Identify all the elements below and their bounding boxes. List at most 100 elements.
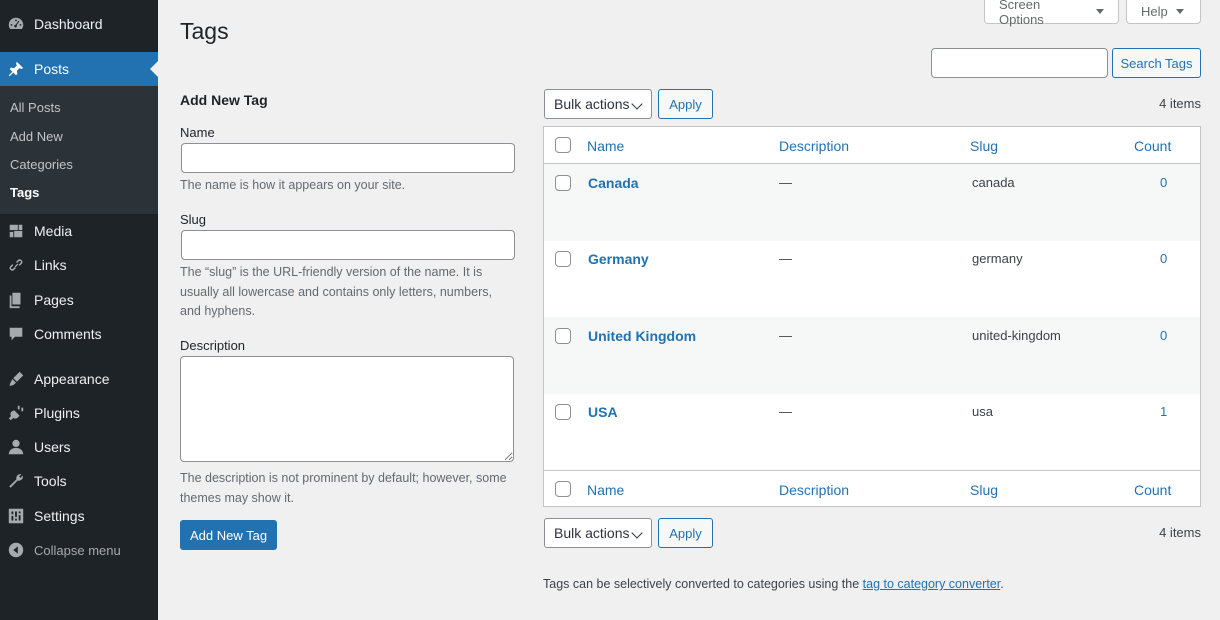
column-name-footer[interactable]: Name (587, 482, 624, 498)
menu-item-pages[interactable]: Pages (0, 283, 158, 317)
column-slug-footer[interactable]: Slug (970, 482, 998, 498)
menu-label: Posts (34, 61, 70, 77)
collapse-label: Collapse menu (34, 542, 121, 558)
menu-item-comments[interactable]: Comments (0, 317, 158, 351)
tag-slug: usa (972, 404, 993, 419)
column-count-header[interactable]: Count (1134, 138, 1171, 154)
apply-button-top[interactable]: Apply (658, 89, 713, 119)
tag-count-link[interactable]: 0 (1160, 175, 1167, 190)
bulk-actions-value: Bulk actions (554, 96, 630, 112)
menu-item-plugins[interactable]: Plugins (0, 396, 158, 430)
items-count-bottom: 4 items (1159, 525, 1201, 540)
tags-table: Name Description Slug Count Canada — can… (543, 126, 1201, 507)
comment-icon (7, 325, 25, 343)
description-help-text: The description is not prominent by defa… (180, 471, 507, 505)
menu-label: Plugins (34, 405, 80, 421)
link-icon (7, 256, 25, 274)
select-all-checkbox[interactable] (555, 137, 571, 153)
description-label: Description (180, 338, 246, 353)
menu-item-links[interactable]: Links (0, 248, 158, 282)
tag-name-input[interactable] (181, 143, 515, 173)
add-new-tag-button[interactable]: Add New Tag (180, 520, 278, 550)
converter-note-suffix: . (1000, 577, 1004, 591)
user-icon (7, 438, 25, 456)
brush-icon (7, 370, 25, 388)
bulk-actions-select-bottom[interactable]: Bulk actions (544, 518, 652, 548)
select-all-checkbox-footer[interactable] (555, 481, 571, 497)
bulk-actions-select-top[interactable]: Bulk actions (544, 89, 652, 119)
row-checkbox[interactable] (555, 175, 571, 191)
menu-label: Comments (34, 326, 102, 342)
menu-label: Links (34, 257, 67, 273)
chevron-down-icon (631, 98, 643, 110)
menu-item-posts[interactable]: Posts (0, 52, 158, 86)
posts-submenu: All Posts Add New Categories Tags (0, 86, 158, 214)
tag-slug: united-kingdom (972, 328, 1061, 343)
table-row: Canada — canada 0 (544, 164, 1200, 241)
menu-label: Tools (34, 473, 67, 489)
search-tags-input[interactable] (931, 48, 1108, 78)
tag-description: — (779, 175, 792, 190)
add-new-tag-heading: Add New Tag (180, 92, 268, 108)
submenu-add-new[interactable]: Add New (10, 129, 63, 144)
submenu-categories[interactable]: Categories (10, 157, 73, 172)
chevron-down-icon (631, 527, 643, 539)
menu-item-appearance[interactable]: Appearance (0, 362, 158, 396)
row-checkbox[interactable] (555, 251, 571, 267)
menu-label: Users (34, 439, 71, 455)
column-slug-header[interactable]: Slug (970, 138, 998, 154)
tag-name-link[interactable]: United Kingdom (588, 328, 696, 344)
tag-slug-input[interactable] (181, 230, 515, 260)
menu-label: Media (34, 223, 73, 239)
apply-button-bottom[interactable]: Apply (658, 518, 713, 548)
admin-sidebar: Dashboard Posts All Posts Add New Catego… (0, 0, 158, 620)
tag-description-textarea[interactable] (180, 356, 514, 462)
submenu-all-posts[interactable]: All Posts (10, 100, 61, 115)
tag-count-link[interactable]: 0 (1160, 251, 1167, 266)
menu-item-tools[interactable]: Tools (0, 464, 158, 498)
table-row: USA — usa 1 (544, 393, 1200, 470)
pushpin-icon (7, 60, 25, 78)
column-count-footer[interactable]: Count (1134, 482, 1171, 498)
tag-name-link[interactable]: Germany (588, 251, 649, 267)
tag-slug: canada (972, 175, 1015, 190)
column-name-header[interactable]: Name (587, 138, 624, 154)
name-help-text: The name is how it appears on your site. (180, 178, 406, 192)
caret-down-icon (1096, 9, 1104, 14)
table-row: Germany — germany 0 (544, 240, 1200, 317)
tag-description: — (779, 251, 792, 266)
media-icon (7, 222, 25, 240)
tag-description: — (779, 328, 792, 343)
pages-icon (7, 291, 25, 309)
tag-description: — (779, 404, 792, 419)
column-description-footer[interactable]: Description (779, 482, 849, 498)
help-button[interactable]: Help (1126, 0, 1201, 24)
menu-item-users[interactable]: Users (0, 430, 158, 464)
column-description-header[interactable]: Description (779, 138, 849, 154)
converter-note: Tags can be selectively converted to cat… (543, 577, 1004, 591)
tag-to-category-converter-link[interactable]: tag to category converter (863, 577, 1001, 591)
collapse-menu-button[interactable]: Collapse menu (0, 533, 158, 567)
tag-name-link[interactable]: Canada (588, 175, 639, 191)
tag-count-link[interactable]: 1 (1160, 404, 1167, 419)
row-checkbox[interactable] (555, 328, 571, 344)
wrench-icon (7, 472, 25, 490)
collapse-arrow-icon (7, 541, 25, 559)
search-tags-button[interactable]: Search Tags (1112, 48, 1201, 78)
tag-name-link[interactable]: USA (588, 404, 618, 420)
tag-count-link[interactable]: 0 (1160, 328, 1167, 343)
menu-item-media[interactable]: Media (0, 214, 158, 248)
submenu-tags[interactable]: Tags (10, 185, 39, 200)
plug-icon (7, 404, 25, 422)
menu-label: Dashboard (34, 16, 103, 32)
row-checkbox[interactable] (555, 404, 571, 420)
menu-item-dashboard[interactable]: Dashboard (0, 7, 158, 41)
menu-label: Settings (34, 508, 85, 524)
slug-help-text: The “slug” is the URL-friendly version o… (180, 265, 492, 318)
screen-options-button[interactable]: Screen Options (984, 0, 1119, 27)
table-row: United Kingdom — united-kingdom 0 (544, 317, 1200, 394)
tag-slug: germany (972, 251, 1023, 266)
menu-item-settings[interactable]: Settings (0, 499, 158, 533)
menu-label: Appearance (34, 371, 110, 387)
items-count-top: 4 items (1159, 96, 1201, 111)
